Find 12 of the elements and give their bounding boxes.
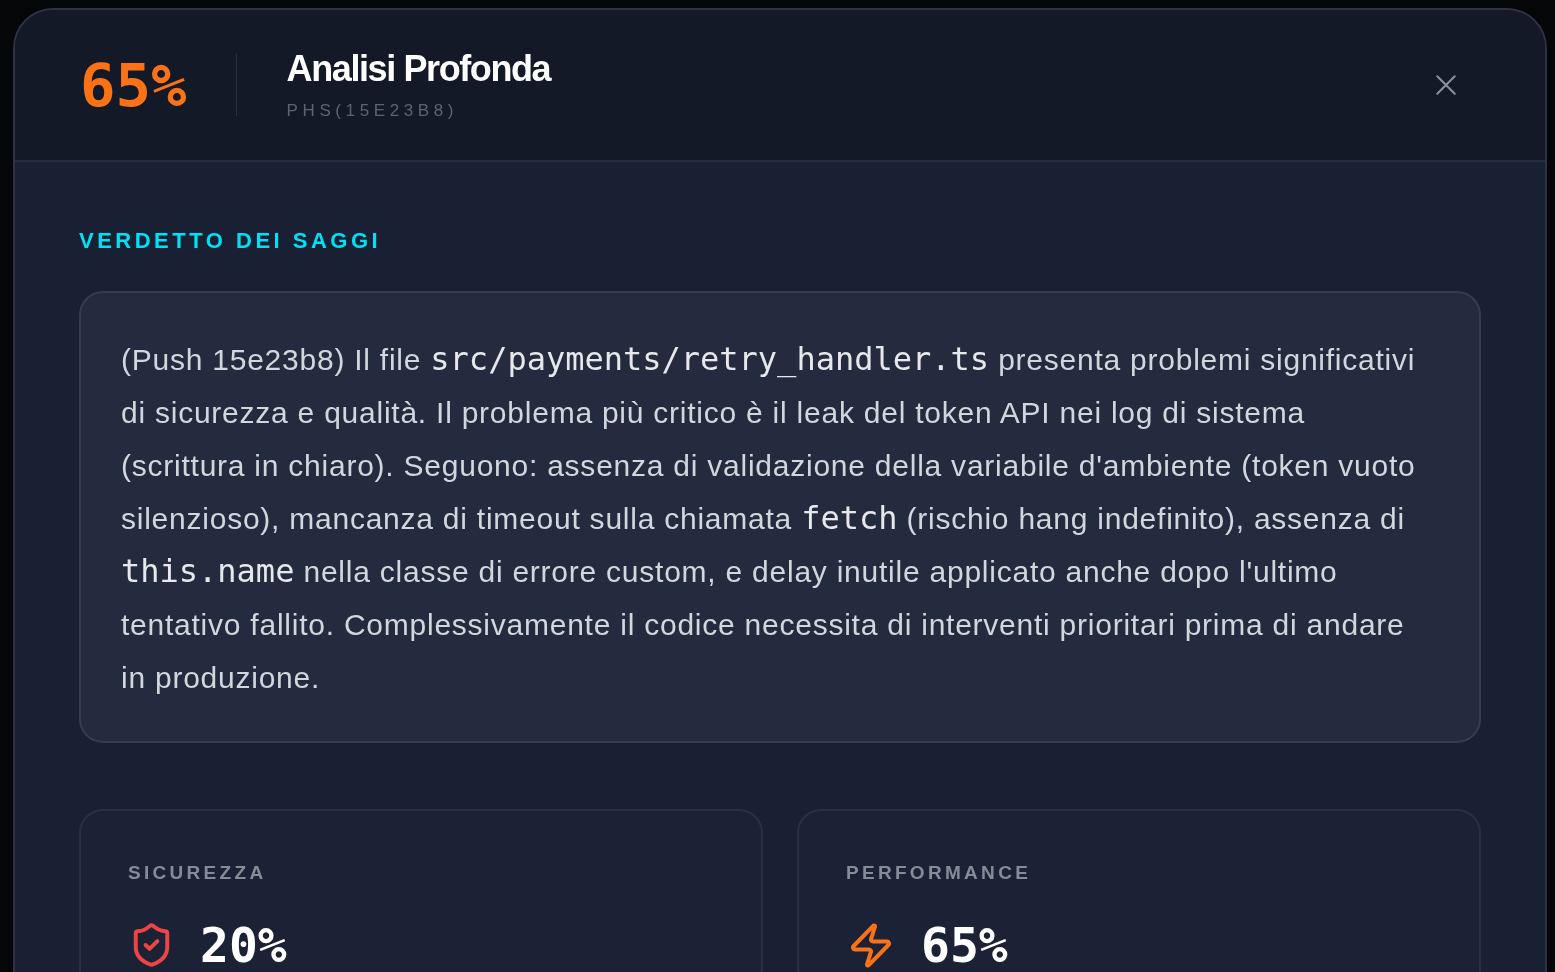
verdict-text: (Push 15e23b8) Il file src/payments/retry_handler.ts presenta problemi significativi di sicurezza e qualità. Il problema più critico è il leak del token API nei log di sistema (scrittura in chiaro). Seguono: assenza di validazione della variabile d'ambiente (token vuoto silenzioso), mancanza di timeout sulla chiamata fetch (rischio hang indefinito), assenza di this.name nella classe di errore custom, e delay inutile applicato anche dopo l'ultimo tentativo fallito. Complessivamente il codice necessita di interventi prioritari prima di andare in produzione. [121,339,1417,696]
metric-value: 65% [921,920,1008,970]
close-icon [1434,73,1458,97]
shield-check-icon [133,923,170,967]
lightning-icon [851,922,891,968]
score-percentage: 65% [80,55,187,115]
section-heading: VERDETTO DEI SAGGI [79,228,382,254]
metric-label: PERFORMANCE [846,861,1033,885]
metric-value: 20% [200,920,287,970]
commit-id: PHS(15E23B8) [286,100,459,122]
metric-label: SICUREZZA [128,861,268,885]
dialog-title: Analisi Profonda [286,48,551,90]
